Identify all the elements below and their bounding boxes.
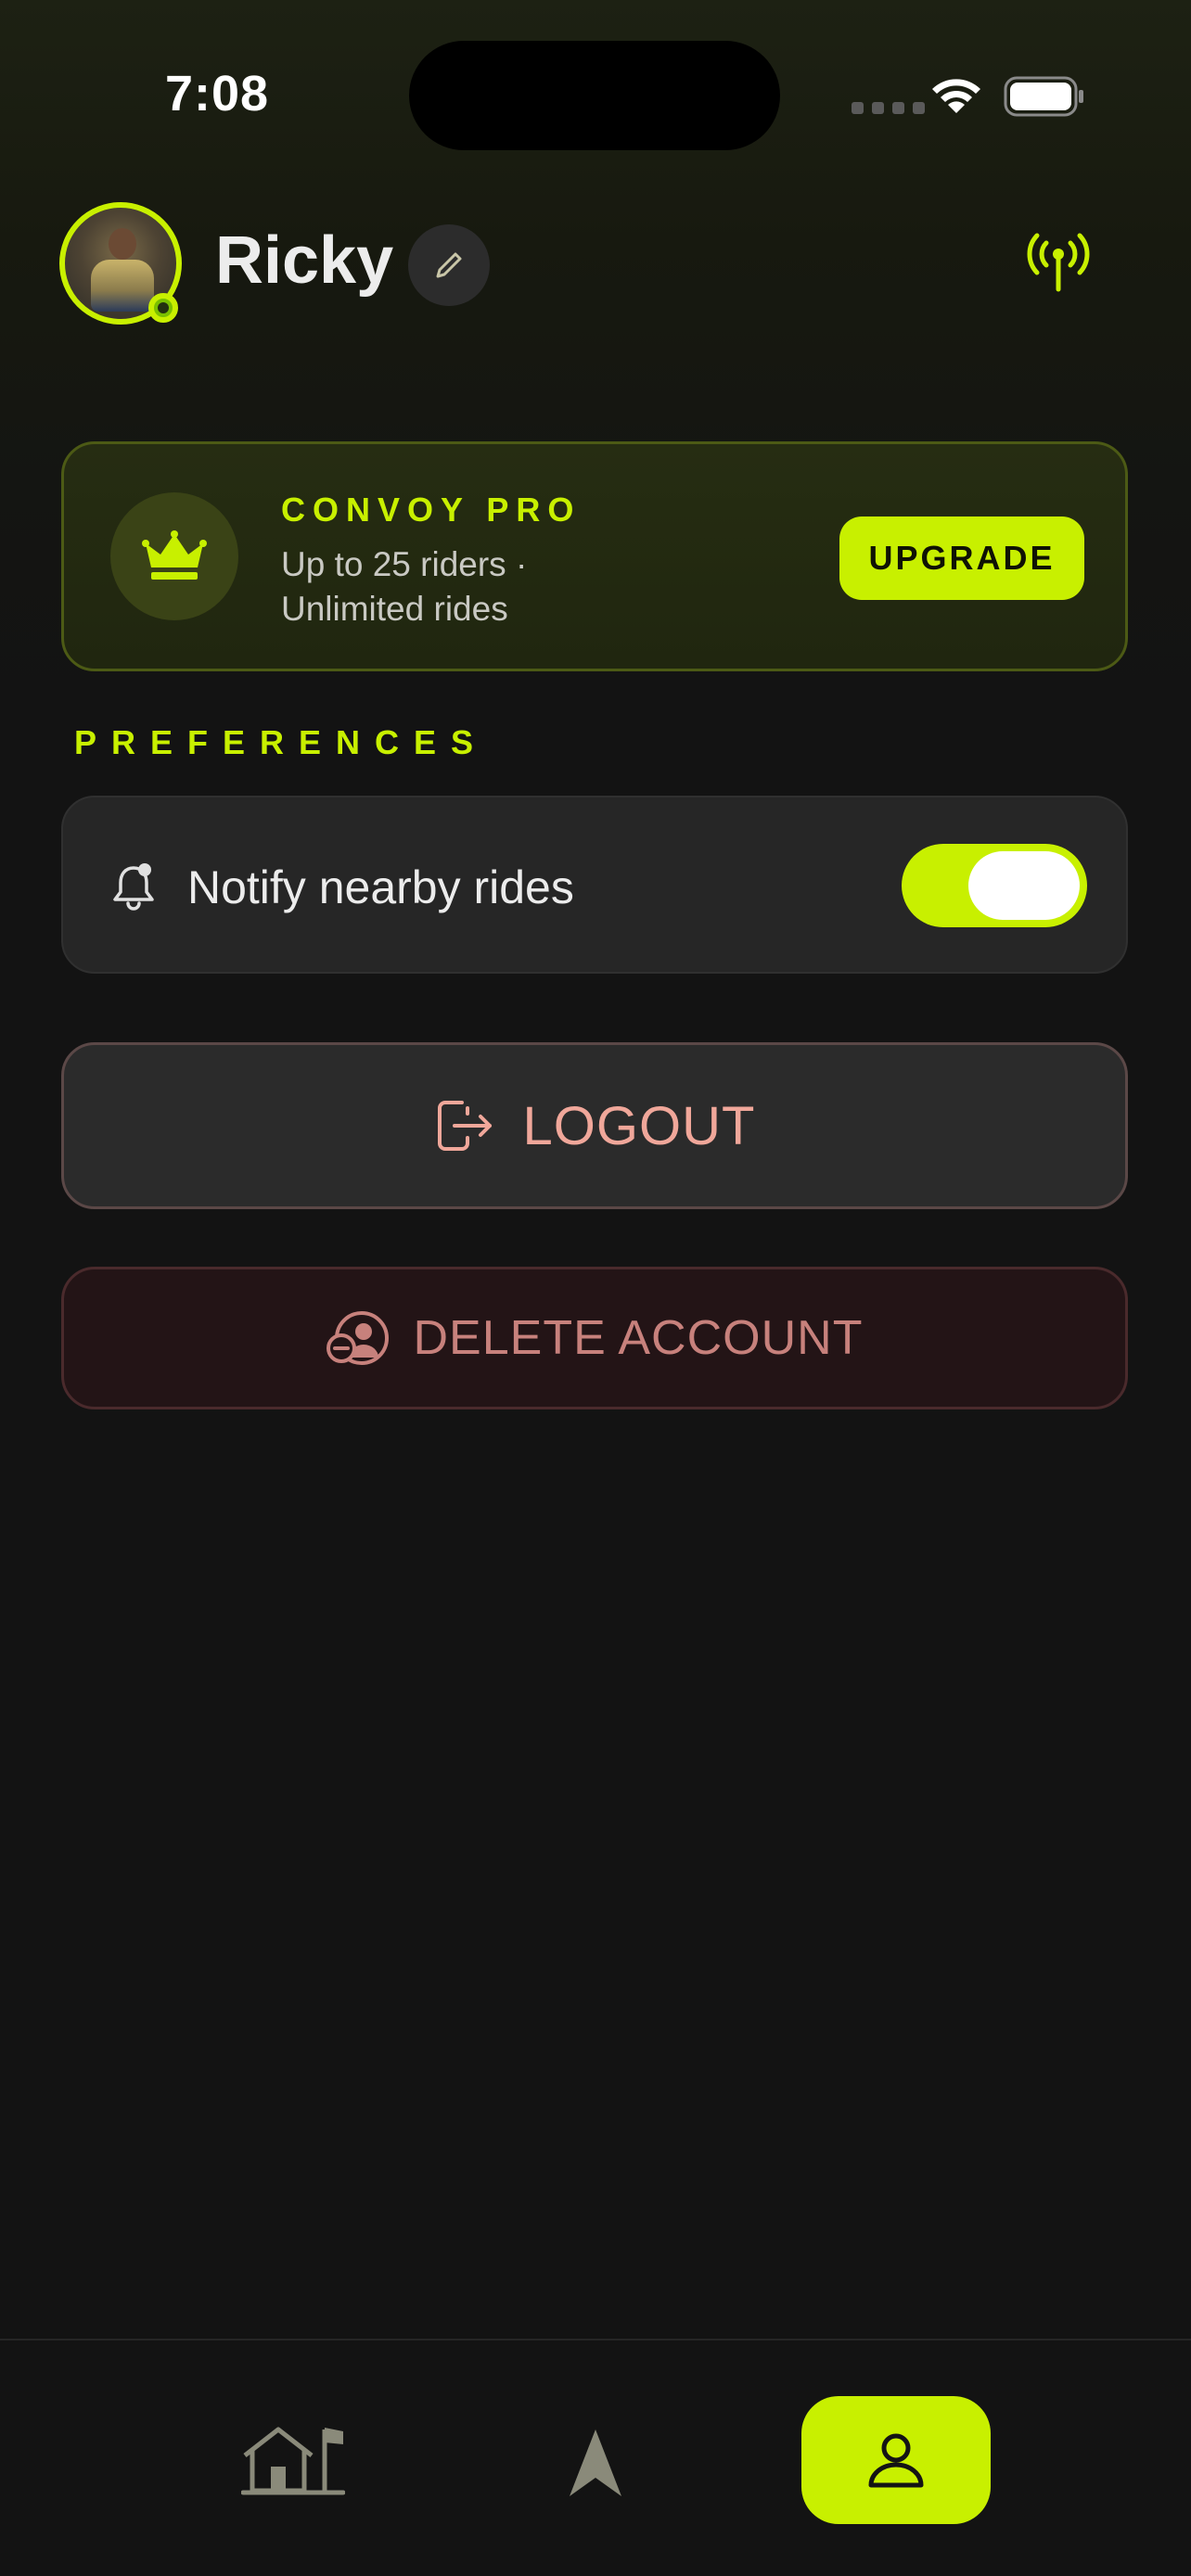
- battery-icon: [1004, 76, 1083, 117]
- logout-label: LOGOUT: [522, 1095, 756, 1156]
- status-time: 7:08: [165, 66, 270, 121]
- bell-icon: [113, 863, 154, 911]
- username: Ricky: [215, 223, 394, 298]
- profile-icon: [868, 2433, 924, 2488]
- notify-nearby-rides-toggle[interactable]: [902, 844, 1087, 927]
- online-status-dot: [148, 293, 178, 323]
- crown-badge: [110, 492, 238, 620]
- tab-bar: [0, 2339, 1191, 2576]
- profile-screen: 7:08 Ricky CONVOY PRO Up to 25 riders · …: [0, 0, 1191, 2576]
- navigation-arrow-icon[interactable]: [566, 2426, 625, 2500]
- notify-nearby-rides-label: Notify nearby rides: [187, 861, 574, 913]
- tab-profile[interactable]: [801, 2396, 991, 2524]
- edit-name-button[interactable]: [408, 224, 490, 306]
- pro-title: CONVOY PRO: [281, 491, 582, 529]
- upgrade-button[interactable]: UPGRADE: [839, 516, 1084, 600]
- delete-user-icon: [326, 1311, 389, 1365]
- notify-nearby-rides-row: Notify nearby rides: [61, 796, 1128, 974]
- toggle-knob: [968, 851, 1080, 920]
- preferences-section-label: PREFERENCES: [74, 723, 489, 761]
- crown-icon: [142, 530, 207, 580]
- home-flag-icon[interactable]: [241, 2422, 345, 2496]
- pencil-icon: [436, 252, 462, 278]
- broadcast-antenna-icon[interactable]: [1026, 230, 1091, 295]
- logout-icon: [437, 1101, 492, 1151]
- wifi-icon: [932, 79, 980, 113]
- convoy-pro-card: CONVOY PRO Up to 25 riders · Unlimited r…: [61, 441, 1128, 671]
- delete-account-button[interactable]: DELETE ACCOUNT: [61, 1267, 1128, 1409]
- delete-account-label: DELETE ACCOUNT: [413, 1311, 864, 1365]
- dynamic-island: [409, 41, 780, 150]
- pro-subtitle: Up to 25 riders · Unlimited rides: [281, 545, 528, 628]
- logout-button[interactable]: LOGOUT: [61, 1042, 1128, 1209]
- signal-icon: [852, 102, 925, 114]
